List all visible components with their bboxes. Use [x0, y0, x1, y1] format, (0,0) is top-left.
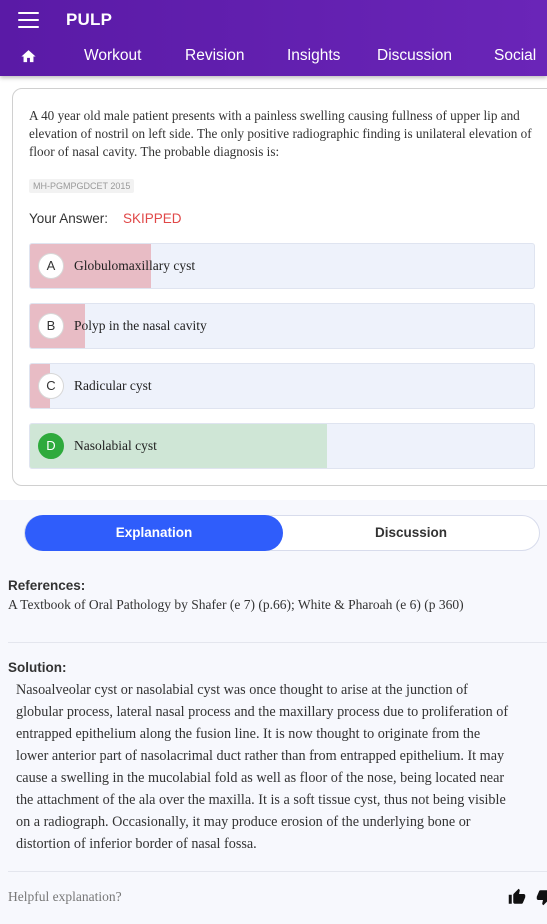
option-a[interactable]: A Globulomaxillary cyst: [29, 243, 535, 289]
references-text: A Textbook of Oral Pathology by Shafer (…: [8, 597, 464, 612]
tab-workout[interactable]: Workout: [84, 47, 141, 65]
option-d[interactable]: D Nasolabial cyst: [29, 423, 535, 469]
explanation-section: Explanation Discussion References: A Tex…: [0, 500, 547, 924]
tab-insights[interactable]: Insights: [287, 47, 340, 65]
tab-social[interactable]: Social: [494, 47, 536, 65]
your-answer-status: SKIPPED: [123, 211, 182, 226]
exam-tag: MH-PGMPGDCET 2015: [29, 179, 135, 193]
option-d-text: Nasolabial cyst: [74, 438, 157, 453]
divider: [8, 642, 547, 643]
explanation-tabs: Explanation Discussion: [24, 515, 540, 551]
tab-revision[interactable]: Revision: [185, 47, 244, 65]
solution-heading: Solution:: [8, 660, 67, 675]
question-area: A 40 year old male patient presents with…: [0, 76, 547, 500]
divider: [8, 871, 547, 872]
app-bar: PULP Workout Revision Insights Discussio…: [0, 0, 547, 76]
references-heading: References:: [8, 578, 86, 593]
option-d-letter: D: [38, 433, 64, 459]
option-c-text: Radicular cyst: [74, 378, 152, 393]
tab-discussion-panel[interactable]: Discussion: [283, 516, 539, 550]
thumbs-down-icon[interactable]: [536, 888, 547, 906]
option-c[interactable]: C Radicular cyst: [29, 363, 535, 409]
thumbs-up-icon[interactable]: [508, 888, 526, 906]
option-b-text: Polyp in the nasal cavity: [74, 318, 207, 333]
option-b-letter: B: [38, 313, 64, 339]
app-title: PULP: [66, 10, 113, 29]
tab-discussion[interactable]: Discussion: [377, 47, 452, 65]
option-a-text: Globulomaxillary cyst: [74, 258, 196, 273]
option-c-letter: C: [38, 373, 64, 399]
menu-icon[interactable]: [18, 12, 39, 28]
question-card: A 40 year old male patient presents with…: [12, 88, 547, 486]
home-icon[interactable]: [20, 48, 37, 65]
tab-explanation[interactable]: Explanation: [25, 515, 283, 551]
option-a-letter: A: [38, 253, 64, 279]
option-b[interactable]: B Polyp in the nasal cavity: [29, 303, 535, 349]
question-text: A 40 year old male patient presents with…: [29, 108, 532, 159]
solution-text: Nasoalveolar cyst or nasolabial cyst was…: [16, 682, 509, 852]
your-answer-label: Your Answer:: [29, 211, 109, 226]
helpful-prompt: Helpful explanation?: [8, 889, 122, 904]
